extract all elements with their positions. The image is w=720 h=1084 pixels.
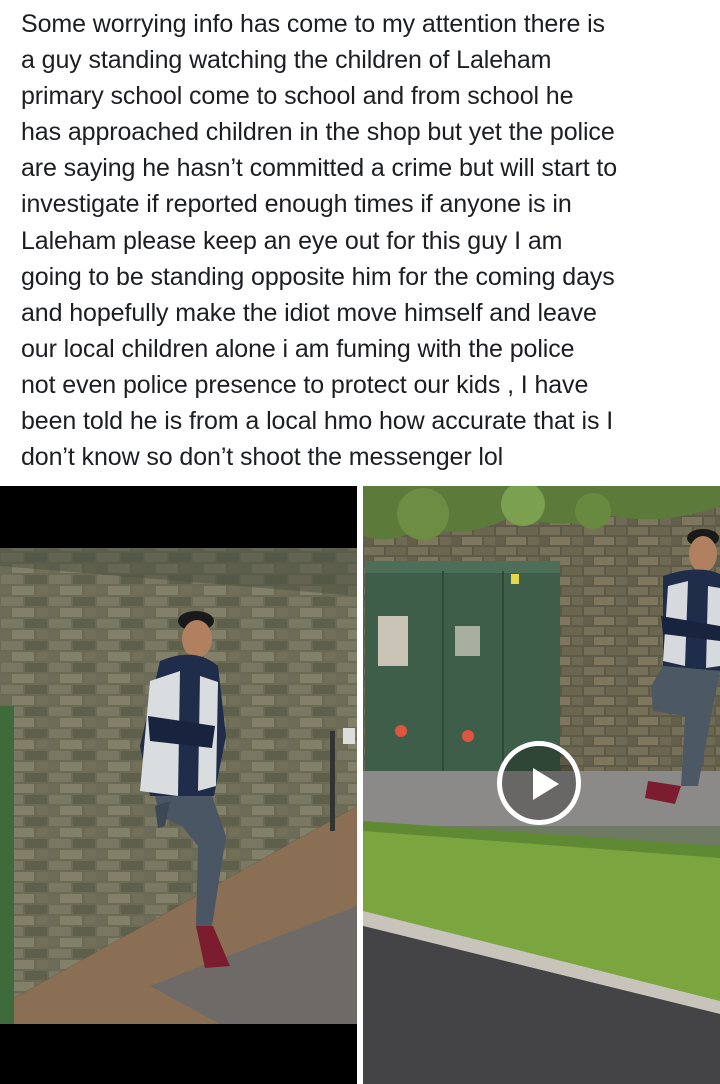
photo-left[interactable] <box>0 486 357 1084</box>
video-right[interactable] <box>363 486 720 1084</box>
play-button[interactable] <box>497 741 581 825</box>
post-text: Some worrying info has come to my attent… <box>21 10 618 472</box>
photo-man-against-wall <box>0 486 357 1084</box>
